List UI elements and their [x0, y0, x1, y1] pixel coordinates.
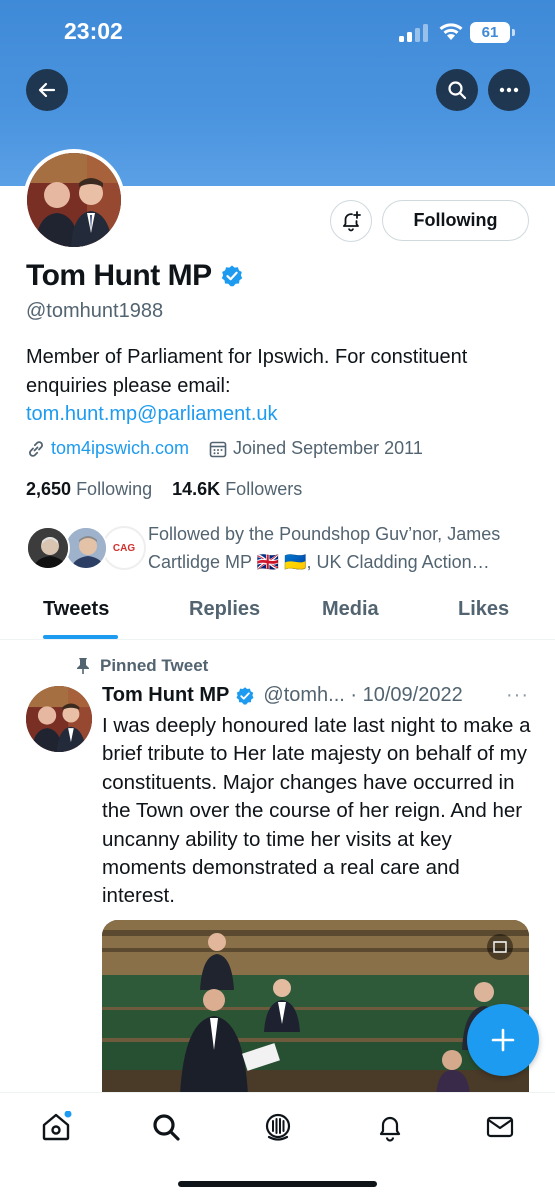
arrow-left-icon [38, 82, 56, 98]
compose-tweet-button[interactable] [467, 1004, 539, 1076]
profile-avatar[interactable] [23, 149, 125, 251]
battery-indicator: 61 [470, 22, 515, 43]
pinned-text: Pinned Tweet [100, 656, 209, 675]
following-button[interactable]: Following [382, 200, 529, 241]
following-count: 2,650 [26, 479, 72, 499]
link-icon [29, 440, 43, 457]
follow-counts: 2,650 Following 14.6K Followers [26, 479, 302, 500]
website-link[interactable]: tom4ipswich.com [51, 438, 189, 459]
tweet-avatar[interactable] [26, 686, 92, 752]
followers-count-link[interactable]: 14.6K Followers [172, 479, 302, 499]
bell-plus-icon [343, 211, 361, 232]
home-icon [42, 1111, 72, 1141]
follower-avatar: CAG [102, 526, 146, 570]
verified-badge-icon[interactable] [220, 264, 244, 288]
nav-notifications[interactable] [370, 1107, 410, 1147]
pinned-label: Pinned Tweet [76, 656, 208, 676]
battery-level: 61 [481, 24, 499, 41]
profile-name-row: Tom Hunt MP [26, 259, 244, 293]
more-button[interactable] [488, 69, 530, 111]
mail-icon [486, 1116, 514, 1138]
followers-count: 14.6K [172, 479, 221, 499]
tab-likes[interactable]: Likes [458, 598, 509, 621]
tweet-more-button[interactable]: ··· [506, 684, 529, 707]
tab-replies[interactable]: Replies [189, 598, 260, 621]
search-icon [448, 81, 467, 100]
following-label: Following [76, 479, 153, 499]
verified-badge-icon [236, 686, 254, 705]
following-count-link[interactable]: 2,650 Following [26, 479, 152, 499]
profile-name: Tom Hunt MP [26, 259, 212, 292]
search-button[interactable] [436, 69, 478, 111]
pin-icon [77, 658, 89, 674]
bell-icon [379, 1116, 401, 1142]
followed-by[interactable]: CAG Followed by the Poundshop Guv’nor, J… [26, 520, 536, 578]
search-icon [153, 1114, 180, 1141]
tweet-media-image[interactable] [102, 920, 529, 1095]
tab-media[interactable]: Media [322, 598, 379, 621]
follower-avatar [64, 526, 108, 570]
tab-tweets[interactable]: Tweets [43, 598, 109, 621]
notification-button[interactable] [330, 200, 372, 242]
nav-spaces[interactable] [258, 1107, 298, 1147]
wifi-icon [439, 23, 463, 40]
home-indicator [178, 1181, 377, 1187]
profile-handle: @tomhunt1988 [26, 300, 164, 322]
joined-date: Joined September 2011 [233, 438, 423, 458]
bio-text: Member of Parliament for Ipswich. For co… [26, 346, 468, 397]
avatar-photo [27, 153, 121, 247]
followed-by-text: Followed by the Poundshop Guv’nor, James… [148, 524, 501, 572]
nav-search[interactable] [146, 1107, 186, 1147]
tweet-header: Tom Hunt MP @tomh... · 10/09/2022 [102, 684, 463, 707]
profile-bio: Member of Parliament for Ipswich. For co… [26, 343, 536, 429]
profile-tabs: Tweets Replies Media Likes [0, 590, 555, 640]
nav-messages[interactable] [480, 1107, 520, 1147]
signal-icon [399, 24, 429, 42]
status-time: 23:02 [64, 18, 123, 44]
back-button[interactable] [26, 69, 68, 111]
follower-avatar [26, 526, 70, 570]
plus-icon [491, 1028, 515, 1052]
profile-meta: tom4ipswich.com Joined September 2011 [26, 438, 423, 459]
nav-home[interactable] [36, 1107, 76, 1147]
calendar-icon [209, 441, 227, 457]
spaces-icon [265, 1113, 291, 1141]
followers-label: Followers [225, 479, 303, 499]
bio-email-link[interactable]: tom.hunt.mp@parliament.uk [26, 400, 536, 429]
more-icon [499, 87, 519, 93]
tweet-handle-date: @tomh... · 10/09/2022 [263, 684, 463, 706]
cag-logo-text: CAG [112, 542, 136, 554]
tweet-author[interactable]: Tom Hunt MP [102, 684, 229, 707]
tab-active-indicator [43, 635, 118, 639]
tweet-text: I was deeply honoured late last night to… [102, 714, 531, 908]
status-bar: 23:02 61 [0, 0, 555, 64]
